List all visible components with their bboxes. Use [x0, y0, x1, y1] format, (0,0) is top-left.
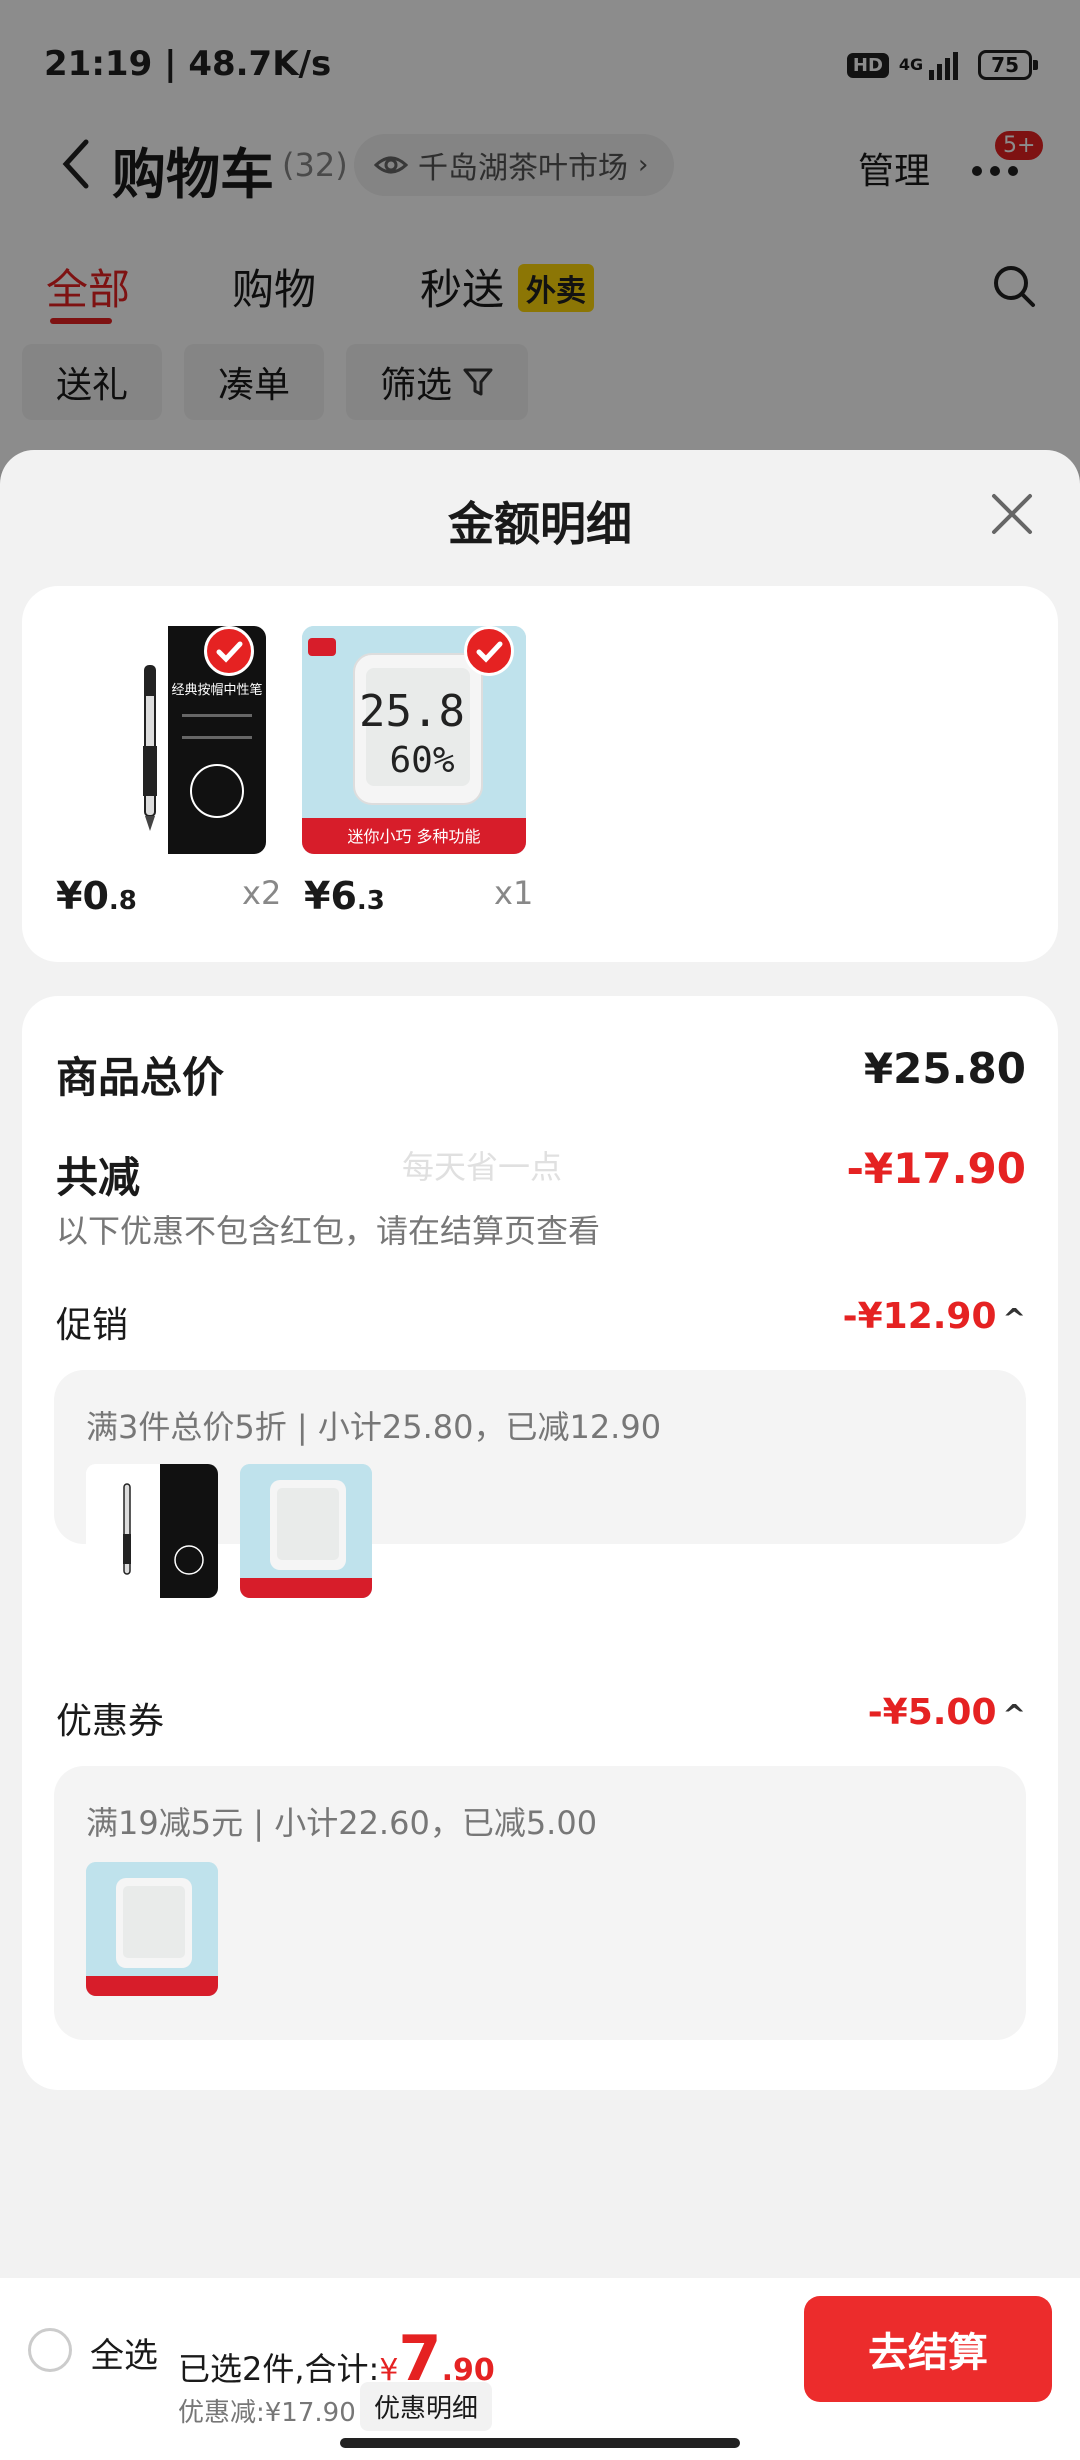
- temperature-reading: 25.8: [359, 686, 465, 737]
- close-icon[interactable]: [990, 492, 1034, 536]
- coupon-toggle[interactable]: -¥5.00 ^: [868, 1692, 1026, 1733]
- reduce-value: -¥17.90: [846, 1144, 1026, 1193]
- promo-toggle[interactable]: -¥12.90 ^: [843, 1296, 1026, 1337]
- product-price: ¥0.8: [56, 874, 137, 918]
- pen-product-image[interactable]: 经典按帽中性笔: [42, 626, 266, 854]
- product-price: ¥6.3: [304, 874, 385, 918]
- humidity-reading: 60%: [389, 740, 454, 781]
- promo-detail-box: 满3件总价5折 | 小计25.80，已减12.90: [54, 1370, 1026, 1598]
- watermark-text: 每天省一点: [402, 1148, 563, 1186]
- thermometer-product-image[interactable]: 25.8 60% 迷你小巧 多种功能: [302, 626, 526, 854]
- product-quantity: x2: [242, 874, 282, 912]
- product-banner: 迷你小巧 多种功能: [347, 827, 480, 846]
- price-breakdown-card: 商品总价 ¥25.80 共减 每天省一点 -¥17.90 以下优惠不包含红包，请…: [22, 996, 1058, 2090]
- promo-label: 促销: [56, 1305, 129, 1346]
- checkout-button[interactable]: 去结算: [804, 2296, 1052, 2402]
- total-value: ¥25.80: [863, 1044, 1026, 1093]
- selected-check-icon: [204, 626, 254, 676]
- select-all-label[interactable]: 全选: [90, 2328, 158, 2377]
- amount-detail-sheet: 金额明细 经典按帽中性笔 ¥0.8 x2 25.8 60% 迷你小巧 多种功能 …: [0, 450, 1080, 2460]
- chevron-up-icon: ^: [1002, 1302, 1026, 1335]
- coupon-label: 优惠券: [56, 1701, 165, 1742]
- checkout-bar: 全选 已选2件,合计:¥7.90 优惠减:¥17.90 优惠明细 去结算: [0, 2278, 1080, 2460]
- sheet-title: 金额明细: [448, 497, 632, 551]
- pen-thumbnail: [86, 1464, 218, 1598]
- discount-summary: 优惠减:¥17.90: [178, 2398, 356, 2428]
- select-all-radio[interactable]: [28, 2328, 72, 2372]
- chevron-up-icon: ^: [1002, 1698, 1026, 1731]
- product-quantity: x1: [494, 874, 534, 912]
- discount-note: 以下优惠不包含红包，请在结算页查看: [56, 1212, 601, 1250]
- selected-products-card: 经典按帽中性笔 ¥0.8 x2 25.8 60% 迷你小巧 多种功能 ¥6.3: [22, 586, 1058, 962]
- coupon-value: -¥5.00: [867, 1692, 997, 1733]
- home-indicator[interactable]: [340, 2438, 740, 2448]
- selected-check-icon: [464, 626, 514, 676]
- reduce-label: 共减: [56, 1153, 141, 1202]
- thermometer-thumbnail: [86, 1862, 218, 1996]
- promo-value: -¥12.90: [842, 1296, 997, 1337]
- total-label: 商品总价: [56, 1053, 225, 1102]
- coupon-detail: 满19减5元 | 小计22.60，已减5.00: [86, 1804, 598, 1842]
- discount-detail-button[interactable]: 优惠明细: [360, 2382, 493, 2431]
- pen-package-text: 经典按帽中性笔: [171, 682, 262, 698]
- promo-detail: 满3件总价5折 | 小计25.80，已减12.90: [86, 1408, 662, 1446]
- coupon-detail-box: 满19减5元 | 小计22.60，已减5.00: [54, 1766, 1026, 2040]
- thermometer-thumbnail: [240, 1464, 372, 1598]
